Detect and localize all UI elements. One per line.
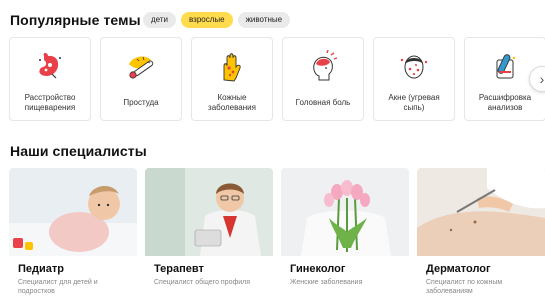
headache-icon <box>283 50 363 84</box>
specialist-card-therapist[interactable]: Терапевт Специалист общего профиля <box>145 168 273 298</box>
specialist-card-dermatologist[interactable]: Дерматолог Специалист по кожным заболева… <box>417 168 545 298</box>
specialist-card-pediatrician[interactable]: Педиатр Специалист для детей и подростко… <box>9 168 137 298</box>
specialist-name: Педиатр <box>18 263 64 275</box>
specialist-card-gynecologist[interactable]: Гинеколог Женские заболевания <box>281 168 409 298</box>
doctor-photo <box>145 168 273 256</box>
topic-label: Простуда <box>123 98 159 107</box>
baby-photo <box>9 168 137 256</box>
chip-adults[interactable]: взрослые <box>180 12 233 28</box>
thermometer-icon <box>101 50 181 84</box>
topic-label: Головная боль <box>295 98 351 107</box>
stomach-icon <box>10 50 90 84</box>
specialist-description: Специалист общего профиля <box>154 279 251 286</box>
chip-animals[interactable]: животные <box>237 12 291 28</box>
topic-filter-chips: дети взрослые животные <box>143 12 291 28</box>
specialist-name: Терапевт <box>154 263 204 275</box>
topic-card-digestion[interactable]: Расстройство пищеварения <box>9 37 91 121</box>
topic-card-acne[interactable]: Акне (угревая сыпь) <box>373 37 455 121</box>
topic-card-skin[interactable]: Кожные заболевания <box>191 37 273 121</box>
topic-label: Расстройство пищеварения <box>24 93 76 112</box>
specialist-name: Дерматолог <box>426 263 491 275</box>
topic-label: Расшифровка анализов <box>478 93 532 112</box>
chip-children[interactable]: дети <box>143 12 176 28</box>
skin-hand-icon <box>192 50 272 84</box>
topics-carousel: Расстройство пищеварения Простуда Кожные… <box>9 37 545 122</box>
specialist-name: Гинеколог <box>290 263 346 275</box>
topic-card-cold[interactable]: Простуда <box>100 37 182 121</box>
topic-card-headache[interactable]: Головная боль <box>282 37 364 121</box>
specialist-description: Специалист для детей и подростков <box>18 279 98 295</box>
specialist-description: Женские заболевания <box>290 279 363 286</box>
tulips-photo <box>281 168 409 256</box>
specialists-title: Наши специалисты <box>10 143 147 159</box>
topic-label: Кожные заболевания <box>208 93 256 112</box>
skin-check-photo <box>417 168 545 256</box>
specialist-description: Специалист по кожным заболеваниям <box>426 279 503 295</box>
popular-topics-title: Популярные темы <box>10 12 141 28</box>
acne-face-icon <box>374 50 454 84</box>
topic-label: Акне (угревая сыпь) <box>388 93 440 112</box>
